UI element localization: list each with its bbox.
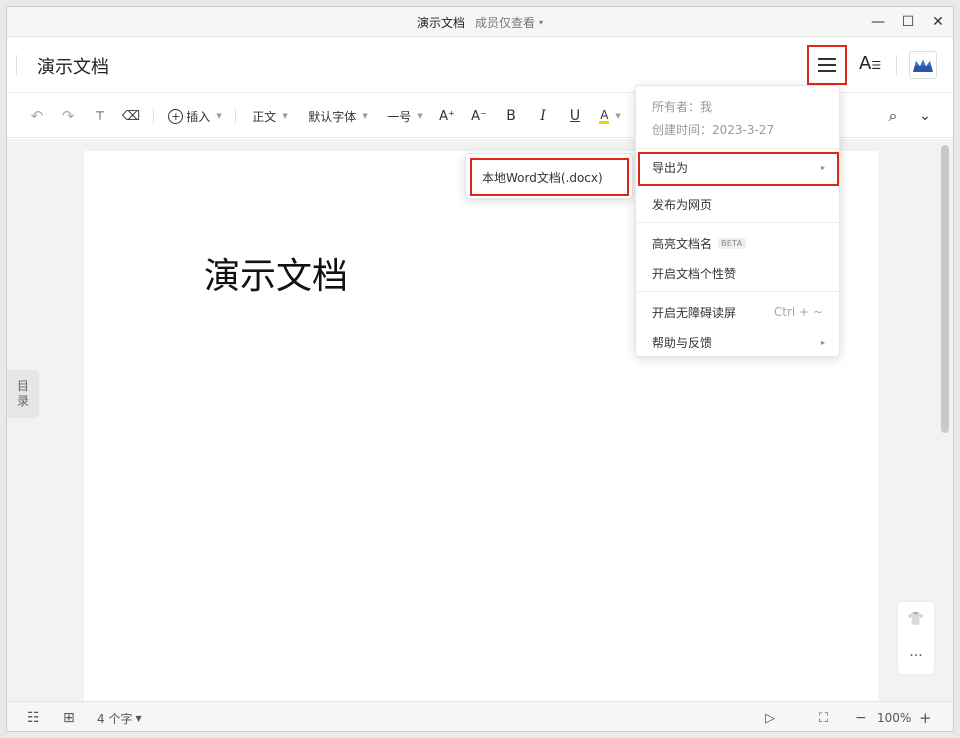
font-family-value: 默认字体 [308,109,357,124]
format-painter-button[interactable]: ⊤ [90,94,110,138]
chevron-down-icon: ▼ [216,112,222,120]
app-window: 演示文档 成员仅查看 ▾ — ☐ ✕ 演示文档 A☰ ↶ ↷ ⊤ ⌫ + 插入 … [6,6,954,732]
plus-circle-icon: + [168,108,184,124]
menu-item-help-label: 帮助与反馈 [652,335,713,350]
avatar-logo-icon [913,59,933,72]
floating-tools: 👕 ··· [897,601,935,675]
redo-button[interactable]: ↷ [58,94,78,138]
export-submenu: 本地Word文档(.docx) [465,153,633,199]
outline-label-1: 目 [16,379,29,393]
doc-menu-dropdown: 所有者：我 创建时间：2023-3-27 导出为 ▸ 发布为网页 高亮文档名 B… [635,85,840,357]
font-grow-button[interactable]: A⁺ [437,94,457,138]
text-format-button[interactable]: A☰ [859,53,881,74]
word-count[interactable]: 4 个字 ▼ [97,702,142,731]
permission-dropdown[interactable]: 成员仅查看 [475,14,535,31]
chevron-down-icon: ▼ [615,112,621,120]
export-highlight-box [638,152,839,186]
menu-item-screen-reader[interactable]: 开启无障碍读屏 Ctrl + ~ [636,297,839,327]
menu-item-publish-web[interactable]: 发布为网页 [636,189,839,219]
insert-label: 插入 [186,109,211,124]
menu-item-highlight-label: 高亮文档名 [652,236,713,251]
divider [896,55,897,75]
title-bar: 演示文档 成员仅查看 ▾ — ☐ ✕ [7,7,953,37]
paragraph-style-select[interactable]: 正文 ▼ [245,94,295,138]
bold-button[interactable]: B [501,94,521,138]
search-button[interactable]: ⌕ [883,94,903,138]
text-format-icon: A [859,53,872,74]
font-family-select[interactable]: 默认字体 ▼ [303,94,373,138]
divider [636,148,839,149]
export-word-item[interactable]: 本地Word文档(.docx) [470,158,629,196]
font-shrink-button[interactable]: A⁻ [469,94,489,138]
menu-item-publish-label: 发布为网页 [652,197,713,212]
menu-item-like[interactable]: 开启文档个性赞 [636,258,839,288]
hamburger-icon [818,58,836,72]
highlight-button[interactable]: A ▼ [597,94,623,138]
minimize-button[interactable]: — [863,7,893,37]
document-heading[interactable]: 演示文档 [204,247,348,299]
created-info: 创建时间：2023-3-27 [652,123,775,137]
word-count-label: 4 个字 [97,711,133,726]
zoom-out-button[interactable]: − [855,702,867,731]
doc-title[interactable]: 演示文档 [37,53,109,79]
toolbar-more-button[interactable]: ⌄ [915,94,935,138]
fullscreen-icon[interactable]: ⛶ [819,702,828,731]
avatar[interactable] [909,51,937,79]
chevron-down-icon[interactable]: ▾ [539,18,543,27]
menu-item-like-label: 开启文档个性赞 [652,266,737,281]
zoom-level[interactable]: 100% [877,702,911,731]
shortcut-hint: Ctrl + ~ [773,305,823,319]
title-center: 演示文档 成员仅查看 ▾ [7,7,953,37]
vertical-scrollbar[interactable] [941,145,949,433]
maximize-button[interactable]: ☐ [893,7,923,37]
insert-button[interactable]: + 插入 ▼ [165,94,225,138]
more-dots-icon[interactable]: ··· [909,648,922,664]
chevron-down-icon: ▼ [417,112,423,120]
divider [636,291,839,292]
window-doc-name: 演示文档 [416,15,465,30]
divider [16,55,17,75]
chevron-down-icon: ▼ [362,112,368,120]
shirt-icon[interactable]: 👕 [908,612,924,627]
page-view-icon[interactable]: ⊞ [63,702,75,731]
outline-label-2: 录 [16,394,29,408]
close-button[interactable]: ✕ [923,7,953,37]
beta-badge: BETA [718,237,746,249]
paragraph-style-value: 正文 [252,109,277,124]
divider [235,109,236,123]
chevron-down-icon: ▼ [282,112,288,120]
play-icon[interactable]: ▷ [765,702,775,731]
outline-view-icon[interactable]: ☷ [27,702,40,731]
chevron-right-icon: ▸ [820,337,825,347]
divider [636,222,839,223]
divider [153,109,154,123]
owner-info: 所有者：我 [652,100,713,114]
outline-toggle[interactable]: 目 录 [7,370,39,418]
menu-item-highlight-title[interactable]: 高亮文档名 BETA [636,228,839,258]
zoom-in-button[interactable]: + [919,702,932,731]
highlighter-icon: A [599,107,610,124]
menu-item-screen-reader-label: 开启无障碍读屏 [652,305,737,320]
underline-button[interactable]: U [565,94,585,138]
undo-button[interactable]: ↶ [27,94,47,138]
font-size-select[interactable]: 一号 ▼ [383,94,427,138]
clear-format-button[interactable]: ⌫ [121,94,141,138]
font-size-value: 一号 [387,109,412,124]
italic-button[interactable]: I [533,94,553,138]
menu-button[interactable] [807,45,847,85]
menu-item-help[interactable]: 帮助与反馈 ▸ [636,327,839,357]
chevron-down-icon: ▼ [135,713,142,723]
status-bar: ☷ ⊞ 4 个字 ▼ ▷ ⛶ − 100% + [7,701,953,731]
window-controls: — ☐ ✕ [863,7,953,37]
paint-roller-icon: ⊤ [94,109,106,123]
